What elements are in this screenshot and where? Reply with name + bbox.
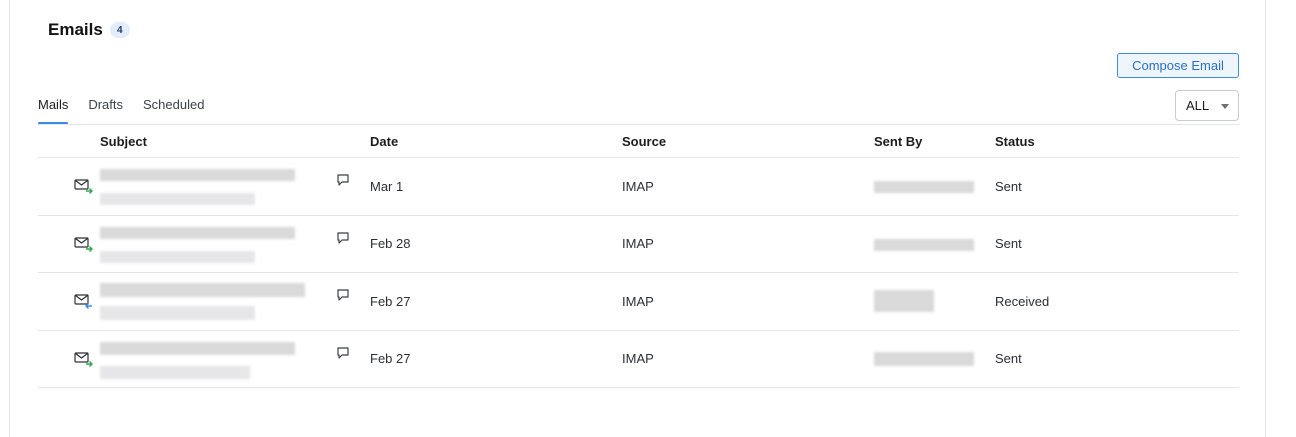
sent-by-cell xyxy=(874,158,995,215)
table-row[interactable]: Feb 27 IMAP Sent xyxy=(38,331,1239,388)
subject-cell[interactable] xyxy=(100,216,370,273)
table-header: Subject Date Source Sent By Status xyxy=(38,125,1239,158)
table-row[interactable]: Feb 28 IMAP Sent xyxy=(38,216,1239,273)
comment-icon[interactable] xyxy=(336,173,350,187)
subject-cell[interactable] xyxy=(100,158,370,215)
tab-scheduled[interactable]: Scheduled xyxy=(133,96,214,125)
column-header-status[interactable]: Status xyxy=(995,134,1239,149)
date-cell: Feb 27 xyxy=(370,293,411,309)
tab-drafts[interactable]: Drafts xyxy=(78,96,133,125)
subject-cell[interactable] xyxy=(100,273,370,330)
redacted-sender xyxy=(874,181,974,193)
compose-email-button[interactable]: Compose Email xyxy=(1117,53,1239,78)
table-row[interactable]: Feb 27 IMAP Received xyxy=(38,273,1239,331)
sent-by-cell xyxy=(874,331,995,388)
column-header-sent-by[interactable]: Sent By xyxy=(874,134,995,149)
tab-mails[interactable]: Mails xyxy=(38,96,78,125)
source-cell: IMAP xyxy=(622,293,654,309)
filter-selected-value: ALL xyxy=(1186,98,1210,113)
redacted-preview-line xyxy=(100,306,255,320)
date-cell: Mar 1 xyxy=(370,178,404,194)
email-count-badge: 4 xyxy=(109,22,130,38)
mail-sent-icon xyxy=(74,179,93,195)
mail-received-icon xyxy=(74,294,92,310)
sent-by-cell xyxy=(874,216,995,273)
mail-filter-select[interactable]: ALL xyxy=(1175,90,1239,121)
column-header-date[interactable]: Date xyxy=(370,134,622,149)
comment-icon[interactable] xyxy=(336,288,350,302)
comment-icon[interactable] xyxy=(336,231,350,245)
redacted-preview-line xyxy=(100,365,250,379)
email-panel-page: Emails 4 Compose Email Mails Drafts Sche… xyxy=(0,0,1296,437)
column-header-source[interactable]: Source xyxy=(622,134,874,149)
source-cell: IMAP xyxy=(622,351,654,367)
redacted-sender xyxy=(874,238,974,251)
mail-sent-icon xyxy=(74,237,93,252)
source-cell: IMAP xyxy=(622,236,654,252)
table-row[interactable]: Mar 1 IMAP Sent xyxy=(38,158,1239,216)
redacted-subject-line xyxy=(100,283,305,297)
status-cell: Sent xyxy=(995,236,1022,252)
date-cell: Feb 27 xyxy=(370,351,411,367)
redacted-sender xyxy=(874,290,934,312)
emails-panel: Emails 4 Compose Email Mails Drafts Sche… xyxy=(9,0,1266,437)
redacted-subject-line xyxy=(100,169,295,181)
sent-by-cell xyxy=(874,273,995,330)
source-cell: IMAP xyxy=(622,178,654,194)
section-title: Emails xyxy=(48,20,103,39)
comment-icon[interactable] xyxy=(336,346,350,360)
status-cell: Sent xyxy=(995,178,1022,194)
status-cell: Sent xyxy=(995,351,1022,367)
section-header: Emails 4 xyxy=(48,20,130,40)
redacted-sender xyxy=(874,351,974,366)
emails-table: Subject Date Source Sent By Status Mar 1… xyxy=(38,125,1239,388)
redacted-preview-line xyxy=(100,193,255,205)
mail-sent-icon xyxy=(74,352,93,367)
column-header-subject[interactable]: Subject xyxy=(100,134,370,149)
redacted-subject-line xyxy=(100,341,295,355)
subject-cell[interactable] xyxy=(100,331,370,388)
redacted-subject-line xyxy=(100,226,295,239)
chevron-down-icon xyxy=(1221,104,1229,109)
status-cell: Received xyxy=(995,293,1050,309)
email-tabs: Mails Drafts Scheduled xyxy=(38,96,1239,125)
redacted-preview-line xyxy=(100,250,255,263)
date-cell: Feb 28 xyxy=(370,236,411,252)
